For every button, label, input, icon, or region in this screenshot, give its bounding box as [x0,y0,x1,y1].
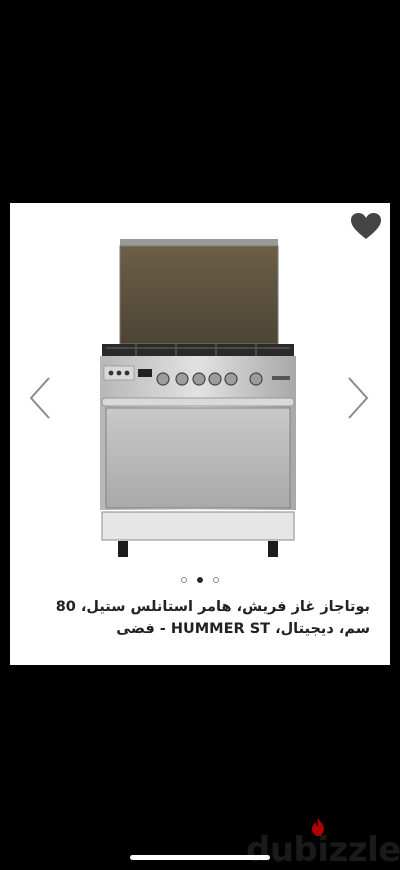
listing-title: بوتاجاز غاز فريش، هامر استانلس ستيل، 80 … [55,599,370,637]
home-indicator[interactable] [130,855,270,860]
pagination-dot[interactable] [213,577,219,583]
heart-icon[interactable] [350,212,382,240]
chevron-right-icon[interactable] [345,376,371,420]
watermark-text: dubizzle [246,830,400,870]
product-image[interactable] [96,236,300,562]
pagination-dot-active[interactable] [197,577,203,583]
pagination-dot[interactable] [181,577,187,583]
flame-icon [312,818,324,836]
chevron-left-icon[interactable] [27,376,53,420]
gallery-pagination [0,577,400,583]
watermark-logo: dubizzle [246,818,400,870]
